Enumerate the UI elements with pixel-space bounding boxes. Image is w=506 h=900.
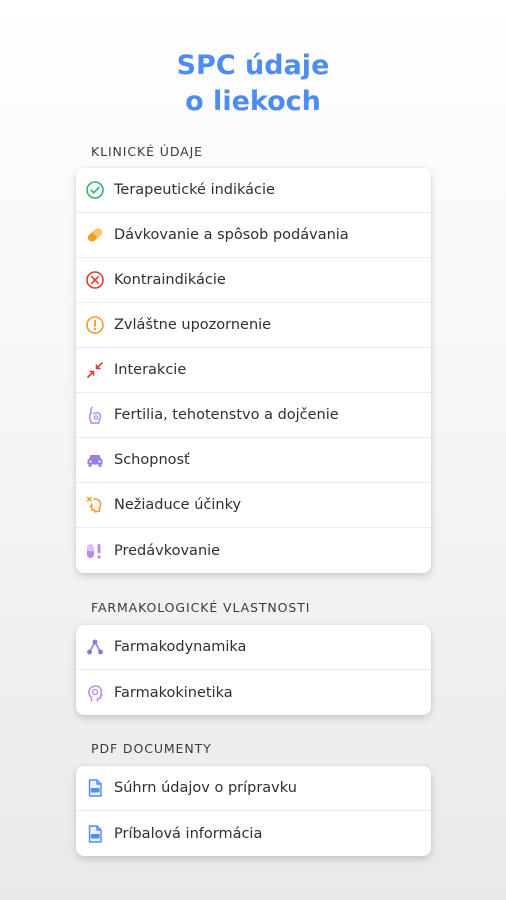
list-item-overdose[interactable]: Predávkovanie	[76, 528, 431, 573]
list-item-leaflet-pdf[interactable]: Príbalová informácia	[76, 811, 431, 856]
list-item-label: Súhrn údajov o prípravku	[114, 780, 297, 796]
list-item-spc-pdf[interactable]: Súhrn údajov o prípravku	[76, 766, 431, 811]
list-item-dosage[interactable]: Dávkovanie a spôsob podávania	[76, 213, 431, 258]
list-item-ability[interactable]: Schopnosť	[76, 438, 431, 483]
list-item-pharmacokinetics[interactable]: Farmakokinetika	[76, 670, 431, 715]
adverse-effect-icon	[85, 495, 105, 515]
list-item-label: Terapeutické indikácie	[114, 182, 275, 198]
pill-icon	[85, 225, 105, 245]
title-line-2: o liekoch	[185, 86, 321, 117]
list-item-label: Fertilia, tehotenstvo a dojčenie	[114, 407, 339, 423]
list-item-label: Nežiaduce účinky	[114, 497, 242, 513]
head-icon	[85, 683, 105, 703]
list-item-special-warning[interactable]: Zvláštne upozornenie	[76, 303, 431, 348]
section-header-pharmacological: FARMAKOLOGICKÉ VLASTNOSTI	[91, 600, 311, 615]
screen: SPC údaje o liekoch KLINICKÉ ÚDAJE Terap…	[0, 0, 506, 900]
card-pharmacological: Farmakodynamika Farmakokinetika	[76, 625, 431, 715]
section-header-pdf: PDF DOCUMENTY	[91, 741, 212, 756]
arrows-inward-icon	[85, 360, 105, 380]
title-line-1: SPC údaje	[176, 50, 330, 81]
list-item-contraindications[interactable]: Kontraindikácie	[76, 258, 431, 303]
list-item-therapeutic-indications[interactable]: Terapeutické indikácie	[76, 168, 431, 213]
card-clinical: Terapeutické indikácie Dávkovanie a spôs…	[76, 168, 431, 573]
x-circle-icon	[85, 270, 105, 290]
exclamation-circle-icon	[85, 315, 105, 335]
section-header-clinical: KLINICKÉ ÚDAJE	[91, 144, 203, 159]
list-item-label: Schopnosť	[114, 452, 190, 468]
list-item-label: Zvláštne upozornenie	[114, 317, 272, 333]
check-circle-icon	[85, 180, 105, 200]
list-item-interactions[interactable]: Interakcie	[76, 348, 431, 393]
car-icon	[85, 450, 105, 470]
list-item-label: Príbalová informácia	[114, 825, 263, 842]
list-item-adverse-effects[interactable]: Nežiaduce účinky	[76, 483, 431, 528]
list-item-label: Interakcie	[114, 362, 187, 378]
card-pdf: Súhrn údajov o prípravku Príbalová infor…	[76, 766, 431, 856]
overdose-icon	[85, 541, 105, 561]
list-item-label: Farmakokinetika	[114, 684, 233, 701]
list-item-label: Farmakodynamika	[114, 639, 247, 655]
list-item-label: Dávkovanie a spôsob podávania	[114, 227, 349, 243]
pregnancy-icon	[85, 405, 105, 425]
list-item-pharmacodynamics[interactable]: Farmakodynamika	[76, 625, 431, 670]
pdf-file-icon	[85, 778, 105, 798]
list-item-label: Predávkovanie	[114, 542, 221, 559]
molecule-icon	[85, 637, 105, 657]
page-title: SPC údaje o liekoch	[0, 48, 506, 120]
pdf-file-icon	[85, 824, 105, 844]
list-item-fertility[interactable]: Fertilia, tehotenstvo a dojčenie	[76, 393, 431, 438]
list-item-label: Kontraindikácie	[114, 272, 226, 288]
